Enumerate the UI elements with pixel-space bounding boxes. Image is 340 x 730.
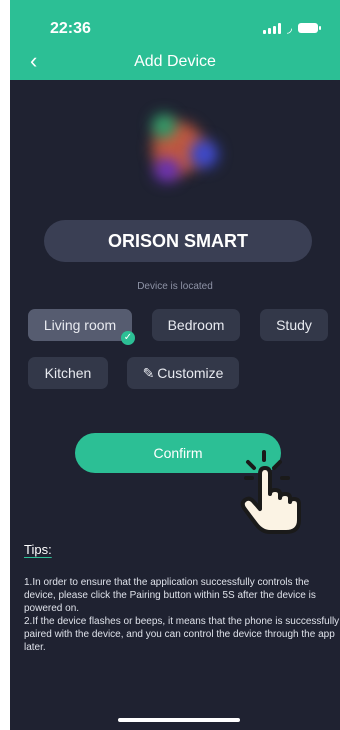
pencil-icon: ✎ bbox=[142, 364, 155, 381]
header-bar: 22:36 ◞ ‹ Add Device bbox=[10, 0, 340, 80]
room-chip-bedroom[interactable]: Bedroom bbox=[152, 309, 240, 341]
room-chip-kitchen[interactable]: Kitchen bbox=[28, 357, 108, 389]
tips-text: 1.In order to ensure that the applicatio… bbox=[24, 577, 340, 653]
app-screen: 22:36 ◞ ‹ Add Device ORISON SMART Device… bbox=[10, 0, 340, 730]
room-label: Study bbox=[276, 317, 312, 333]
status-time: 22:36 bbox=[50, 20, 91, 37]
customize-button[interactable]: ✎ Customize bbox=[127, 357, 239, 389]
tap-hand-icon bbox=[240, 450, 301, 534]
tips-heading: Tips: bbox=[24, 542, 52, 557]
device-brand: ORISON SMART bbox=[44, 220, 312, 262]
room-chip-study[interactable]: Study bbox=[260, 309, 328, 341]
room-label: Kitchen bbox=[44, 365, 92, 381]
signal-icon bbox=[262, 22, 281, 34]
battery-icon bbox=[298, 23, 321, 33]
location-caption: Device is located bbox=[137, 281, 213, 292]
status-icons: ◞ bbox=[262, 20, 321, 35]
check-icon: ✓ bbox=[121, 331, 135, 345]
wifi-icon: ◞ bbox=[286, 20, 292, 35]
customize-label: Customize bbox=[157, 365, 224, 381]
room-label: Bedroom bbox=[167, 317, 225, 333]
room-chip-living-room[interactable]: Living room ✓ bbox=[28, 309, 135, 345]
room-label: Living room bbox=[43, 317, 117, 333]
confirm-label: Confirm bbox=[153, 445, 203, 461]
page-title: Add Device bbox=[134, 53, 216, 70]
home-indicator[interactable] bbox=[118, 718, 240, 722]
device-image bbox=[138, 108, 228, 198]
